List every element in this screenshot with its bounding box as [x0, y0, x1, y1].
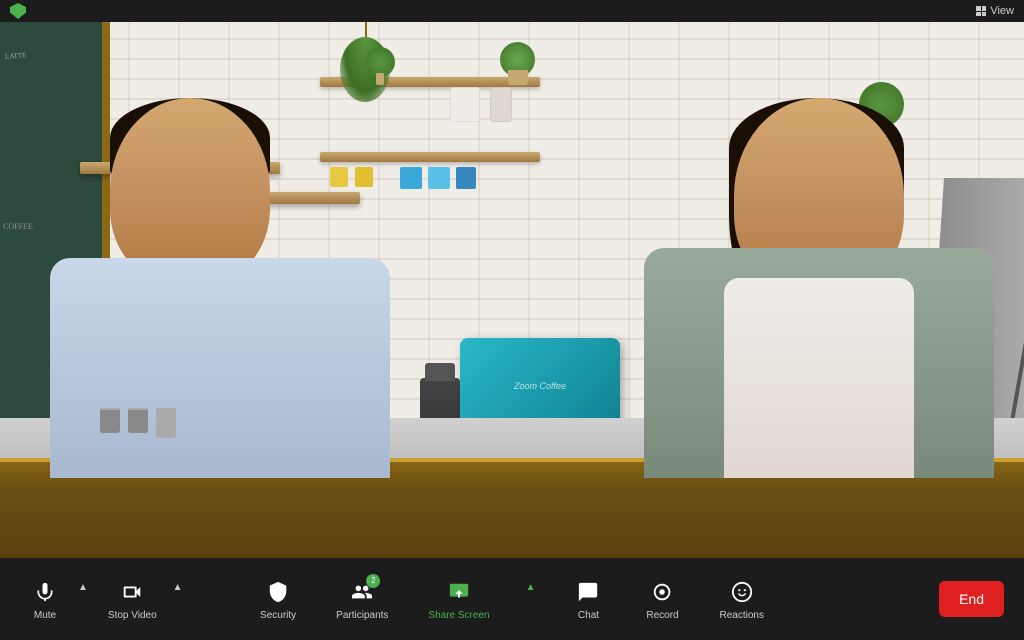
- person-left-body: [50, 258, 390, 478]
- mute-button[interactable]: Mute: [20, 572, 70, 627]
- chat-label: Chat: [578, 610, 599, 621]
- shelf-item-4: [428, 167, 450, 189]
- security-icon: [264, 578, 292, 606]
- video-chevron[interactable]: ▲: [169, 578, 187, 597]
- shield-icon: [10, 3, 26, 19]
- reactions-label: Reactions: [719, 610, 763, 621]
- latte-sign: LATTE: [5, 51, 27, 61]
- record-icon: [648, 578, 676, 606]
- security-button[interactable]: Security: [252, 572, 304, 627]
- person-right: [644, 98, 994, 478]
- plant-center: [365, 47, 395, 77]
- shelf-item-5: [456, 167, 476, 189]
- video-area: LATTE COFFEE: [0, 22, 1024, 558]
- person-right-inner: [724, 278, 914, 478]
- view-label: View: [990, 5, 1014, 17]
- participants-label: Participants: [336, 610, 388, 621]
- share-screen-icon: [445, 578, 473, 606]
- shelf-item-3: [400, 167, 422, 189]
- share-screen-button[interactable]: Share Screen: [420, 572, 497, 627]
- video-icon: [118, 578, 146, 606]
- counter-mug-2: [128, 408, 148, 433]
- counter-items: [100, 408, 176, 438]
- toolbar-left: Mute ▲ Stop Video ▲: [20, 572, 187, 627]
- participants-button[interactable]: 2 Participants: [328, 572, 396, 627]
- mute-label: Mute: [34, 610, 56, 621]
- security-label: Security: [260, 610, 296, 621]
- titlebar: View: [0, 0, 1024, 22]
- counter-mug-1: [100, 408, 120, 433]
- chat-button[interactable]: Chat: [563, 572, 613, 627]
- coffee-sign: COFFEE: [3, 222, 33, 231]
- participant-count-badge: 2: [366, 574, 380, 588]
- pot-right: [508, 70, 528, 85]
- counter-mug-3: [156, 408, 176, 438]
- grid-icon: [976, 6, 986, 16]
- shelf-item-7: [490, 87, 512, 122]
- person-right-body: [644, 248, 994, 478]
- toolbar-center: Security 2 Participants Sha: [252, 572, 772, 627]
- microphone-icon: [31, 578, 59, 606]
- reactions-button[interactable]: Reactions: [711, 572, 771, 627]
- stop-video-label: Stop Video: [108, 610, 157, 621]
- mute-chevron[interactable]: ▲: [74, 578, 92, 597]
- view-button[interactable]: View: [976, 5, 1014, 17]
- toolbar-right: End: [939, 581, 1004, 617]
- person-left-head: [110, 98, 270, 283]
- chat-icon: [574, 578, 602, 606]
- end-button[interactable]: End: [939, 581, 1004, 617]
- participants-icon-wrapper: 2: [348, 578, 376, 606]
- reactions-icon: [728, 578, 756, 606]
- toolbar: Mute ▲ Stop Video ▲ Security: [0, 558, 1024, 640]
- shelf-item-6: [450, 87, 480, 122]
- share-screen-label: Share Screen: [428, 610, 489, 621]
- record-label: Record: [646, 610, 678, 621]
- stop-video-button[interactable]: Stop Video: [100, 572, 165, 627]
- record-button[interactable]: Record: [637, 572, 687, 627]
- share-screen-chevron[interactable]: ▲: [522, 578, 540, 597]
